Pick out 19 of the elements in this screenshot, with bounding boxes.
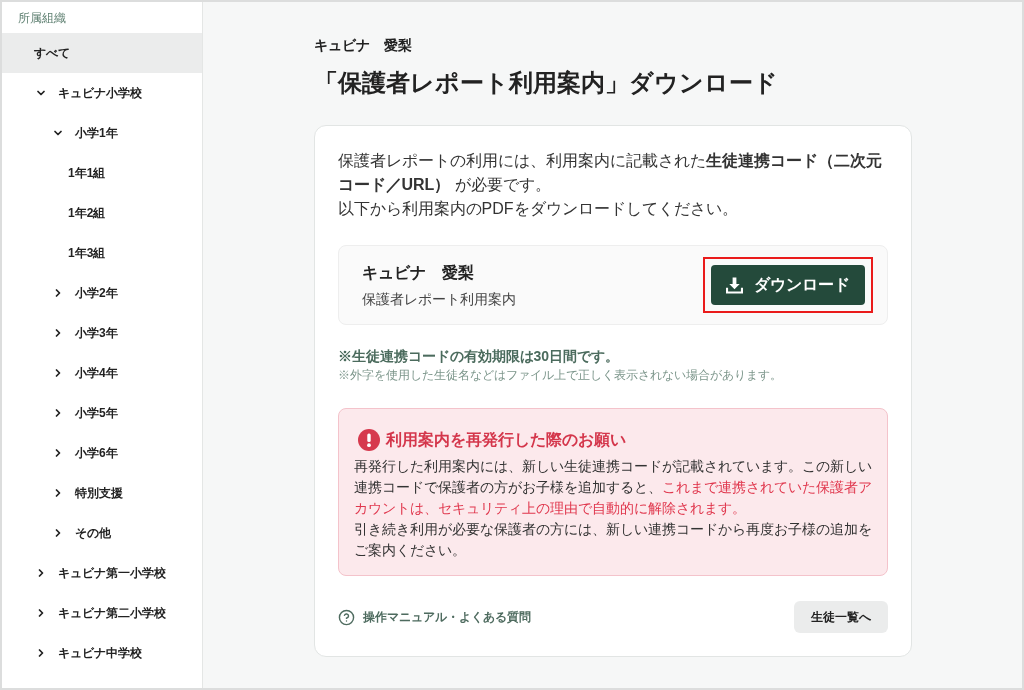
download-icon xyxy=(725,276,743,294)
intro-text: 以下から利用案内のPDFをダウンロードしてください。 xyxy=(337,199,739,219)
back-button[interactable]: 生徒一覧へ xyxy=(793,601,888,633)
exclamation-icon xyxy=(357,429,380,451)
intro-text: 保護者レポートの利用には、利用案内に記載された生徒連携コード（二次元コード／URL） が必要です。 xyxy=(337,151,883,195)
help-link[interactable]: 操作マニュアル・よくある質問 xyxy=(337,608,531,626)
file-owner-name: キュビナ 愛梨 xyxy=(361,263,475,283)
help-icon xyxy=(337,608,355,626)
alert-text: 再発行した利用案内には、新しい生徒連携コードが記載されています。この新しい連携コードで保護者の方がお子様を追加すると、これまで連携されていた保護者アカウントは、セキュリティ上の理由で自動的に解除されます。 xyxy=(353,457,873,518)
page-title: 「保護者レポート利用案内」ダウンロード xyxy=(313,68,779,98)
alert-title: 利用案内を再発行した際のお願い xyxy=(385,430,626,450)
sidebar-heading: 所属組織 xyxy=(18,9,66,27)
alert-text: 引き続き利用が必要な保護者の方には、新しい連携コードから再度お子様の追加をご案内ください。 xyxy=(353,520,873,560)
file-description: 保護者レポート利用案内 xyxy=(361,290,516,309)
character-note: ※外字を使用した生徒名などはファイル上で正しく表示されない場合があります。 xyxy=(337,367,783,383)
validity-note: ※生徒連携コードの有効期限は30日間です。 xyxy=(337,347,621,365)
sidebar-item[interactable]: すべて xyxy=(2,33,202,73)
student-name: キュビナ 愛梨 xyxy=(313,36,413,55)
download-button[interactable]: ダウンロード xyxy=(710,265,865,305)
